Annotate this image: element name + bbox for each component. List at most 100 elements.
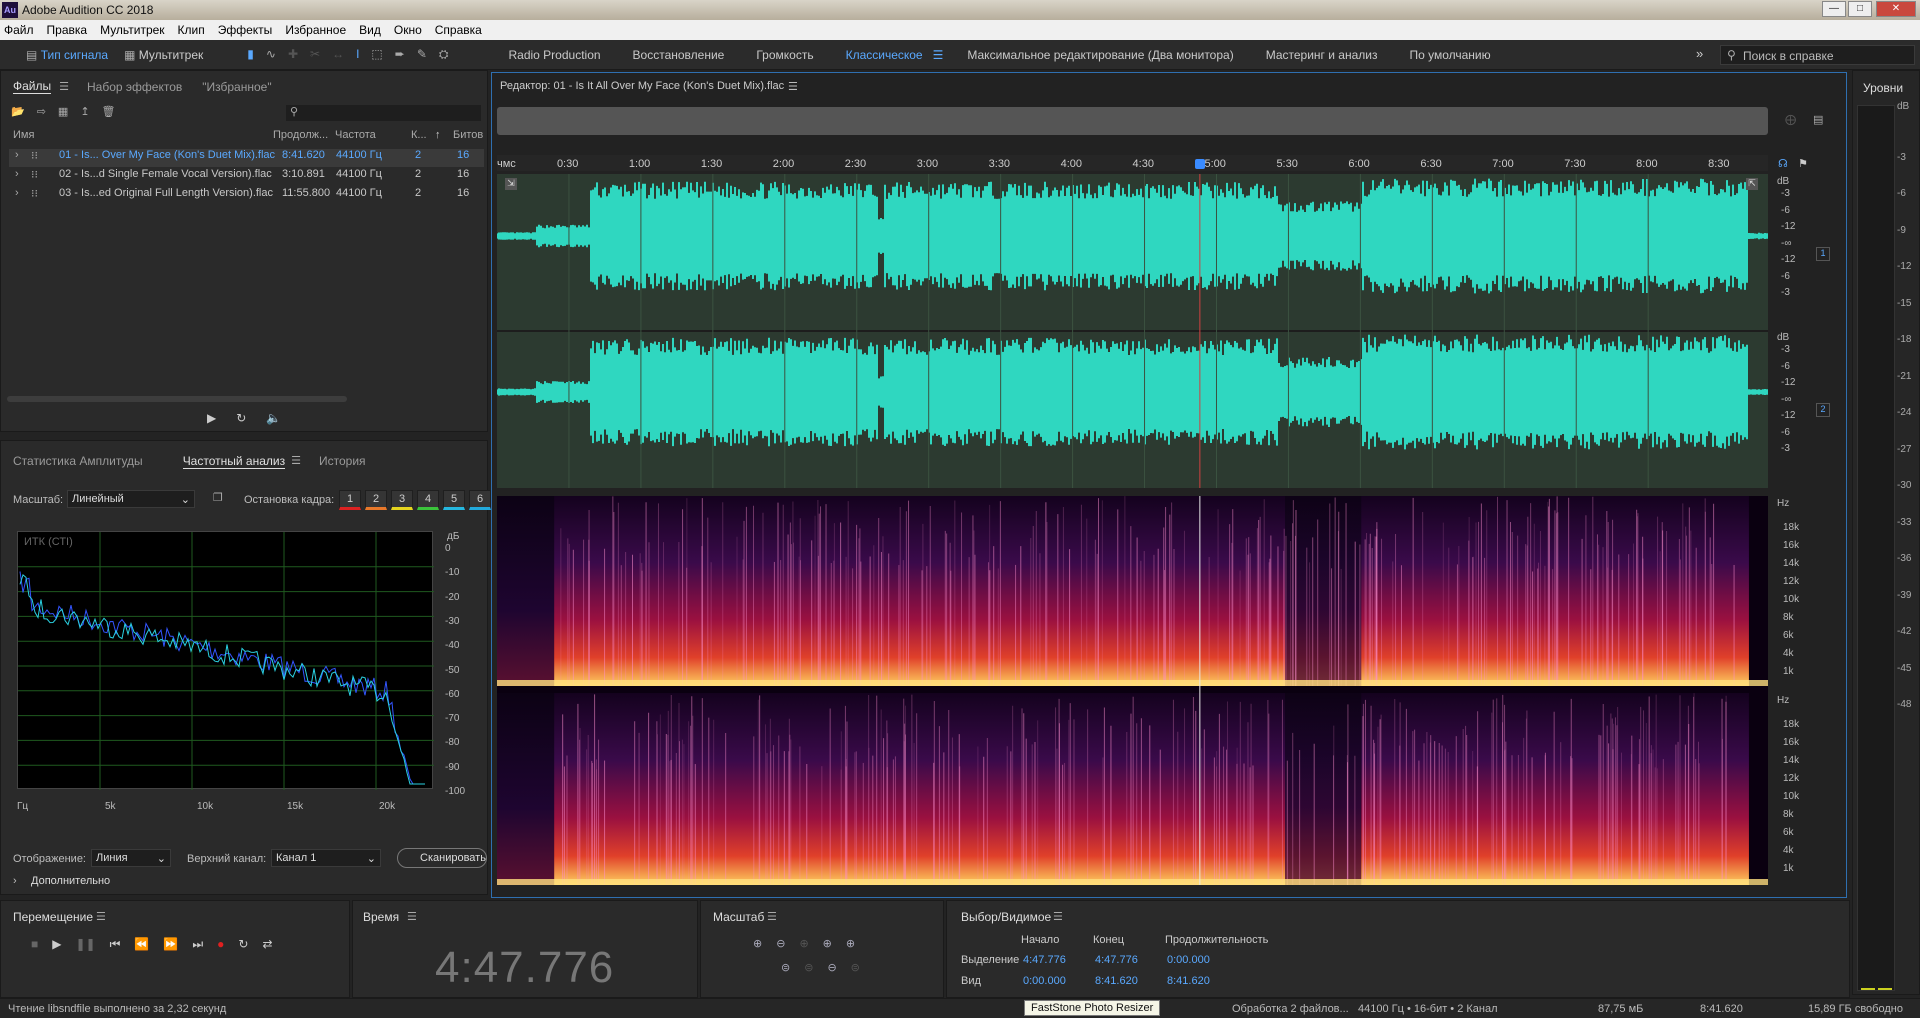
col-bits[interactable]: Битов — [453, 129, 483, 141]
freeze-frame-button[interactable]: 2 — [365, 490, 387, 510]
scale-select[interactable]: Линейный ⌄ — [67, 490, 195, 508]
panel-menu-icon[interactable]: ☰ — [59, 80, 69, 93]
help-search-input[interactable]: Поиск в справке — [1743, 49, 1834, 63]
workspace-loudness[interactable]: Громкость — [756, 48, 813, 62]
marquee-tool-icon[interactable]: ⬚ — [371, 47, 382, 62]
scan-button[interactable]: Сканировать — [397, 848, 487, 868]
zoom-selection-icon[interactable]: ⊜ — [804, 961, 813, 974]
panel-menu-icon[interactable]: ☰ — [788, 80, 798, 93]
workspace-menu-icon[interactable]: ☰ — [933, 48, 944, 62]
expand-icon[interactable]: › — [15, 187, 19, 199]
headphones-icon[interactable]: ☊ — [1778, 157, 1788, 170]
spectrogram-area[interactable] — [497, 496, 1768, 885]
freeze-frame-button[interactable]: 1 — [339, 490, 361, 510]
col-duration[interactable]: Продолж... — [273, 129, 328, 141]
play-icon[interactable]: ▶ — [207, 411, 216, 425]
auto-play-icon[interactable]: 🔈 — [266, 411, 281, 425]
expand-icon[interactable]: › — [13, 875, 17, 887]
pause-icon[interactable]: ❚❚ — [75, 937, 95, 952]
loop-icon[interactable]: ↻ — [236, 411, 246, 425]
workspace-radio-production[interactable]: Radio Production — [508, 48, 600, 62]
col-channels[interactable]: К... — [411, 129, 427, 141]
col-name[interactable]: Имя — [13, 129, 34, 141]
menu-effects[interactable]: Эффекты — [218, 23, 273, 37]
slip-tool-icon[interactable]: ↔ — [332, 47, 344, 62]
view-duration[interactable]: 8:41.620 — [1167, 975, 1210, 987]
menu-multitrack[interactable]: Мультитрек — [100, 23, 164, 37]
workspace-default[interactable]: По умолчанию — [1409, 48, 1490, 62]
view-start[interactable]: 0:00.000 — [1023, 975, 1066, 987]
zoom-in-time-icon[interactable]: ⊕ — [799, 937, 808, 950]
display-select[interactable]: Линия ⌄ — [91, 849, 171, 867]
overview-bar[interactable] — [497, 107, 1768, 135]
stop-icon[interactable]: ■ — [31, 937, 38, 952]
menu-clip[interactable]: Клип — [178, 23, 205, 37]
menu-file[interactable]: Файл — [4, 23, 34, 37]
zoom-out-amplitude-icon[interactable]: ⊖ — [776, 937, 785, 950]
tab-effects-rack[interactable]: Набор эффектов — [87, 80, 182, 94]
minimize-button[interactable]: — — [1822, 1, 1846, 17]
multitrack-mode-button[interactable]: ▦ Мультитрек — [116, 44, 211, 66]
panel-menu-icon[interactable]: ☰ — [96, 910, 106, 923]
channel-layout-icon[interactable]: ▤ — [1813, 113, 1823, 126]
selection-duration[interactable]: 0:00.000 — [1167, 954, 1210, 966]
lasso-tool-icon[interactable]: ➨ — [395, 47, 405, 62]
workspace-classic[interactable]: Классическое — [846, 48, 923, 62]
files-scrollbar[interactable] — [7, 396, 347, 402]
tab-frequency-analysis[interactable]: Частотный анализ — [182, 454, 286, 469]
freeze-frame-button[interactable]: 5 — [443, 490, 465, 510]
maximize-button[interactable]: □ — [1848, 1, 1872, 17]
channel-2-badge[interactable]: 2 — [1816, 403, 1830, 417]
skip-selection-icon[interactable]: ⇄ — [262, 937, 272, 952]
help-search[interactable]: ⚲ Поиск в справке — [1720, 45, 1915, 65]
zoom-in-amplitude-icon[interactable]: ⊕ — [753, 937, 762, 950]
zoom-in-left-icon[interactable]: ⊕ — [823, 937, 832, 950]
file-row[interactable]: › ⁝⁝ 02 - Is...d Single Female Vocal Ver… — [9, 168, 484, 186]
panel-menu-icon[interactable]: ☰ — [291, 454, 301, 469]
more-label[interactable]: Дополнительно — [31, 875, 110, 887]
time-ruler[interactable]: чмс 0:30 1:00 1:30 2:00 2:30 3:00 3:30 4:00 4:30… — [497, 155, 1768, 171]
freeze-frame-button[interactable]: 3 — [391, 490, 413, 510]
zoom-out-full-icon[interactable]: ⊜ — [781, 961, 790, 974]
pitch-display-icon[interactable]: ∿ — [266, 47, 276, 62]
insert-icon[interactable]: ↥ — [80, 105, 89, 118]
trash-icon[interactable]: 🗑 — [102, 105, 116, 118]
tab-history[interactable]: История — [319, 454, 366, 469]
close-button[interactable]: ✕ — [1876, 1, 1916, 17]
panel-menu-icon[interactable]: ☰ — [407, 910, 417, 923]
view-end[interactable]: 8:41.620 — [1095, 975, 1138, 987]
waveform-area[interactable]: ⇲ ⇱ — [497, 174, 1768, 488]
freeze-frame-button[interactable]: 4 — [417, 490, 439, 510]
workspace-restoration[interactable]: Восстановление — [633, 48, 725, 62]
tab-amplitude-stats[interactable]: Статистика Амплитуды — [13, 454, 143, 469]
sort-arrow-icon[interactable]: ↑ — [435, 129, 441, 141]
menu-view[interactable]: Вид — [359, 23, 381, 37]
time-selection-tool-icon[interactable]: I — [356, 47, 359, 62]
zoom-in-right-icon[interactable]: ⊕ — [846, 937, 855, 950]
expand-icon[interactable]: › — [15, 149, 19, 161]
channel-select[interactable]: Канал 1 ⌄ — [271, 849, 381, 867]
freeze-frame-button[interactable]: 6 — [469, 490, 491, 510]
channel-1-badge[interactable]: 1 — [1816, 247, 1830, 261]
tab-favorites[interactable]: "Избранное" — [202, 80, 271, 94]
col-rate[interactable]: Частота — [335, 129, 376, 141]
file-row[interactable]: › ⁝⁝ 01 - Is... Over My Face (Kon's Duet… — [9, 149, 484, 167]
workspace-mastering[interactable]: Мастеринг и анализ — [1266, 48, 1378, 62]
files-search-input[interactable]: ⚲ — [286, 105, 481, 121]
menu-favorites[interactable]: Избранное — [285, 23, 346, 37]
marker-icon[interactable]: ⚑ — [1798, 157, 1808, 170]
zoom-overview-icon[interactable]: ⨁ — [1785, 113, 1796, 126]
panel-menu-icon[interactable]: ☰ — [767, 910, 777, 923]
move-tool-icon[interactable]: ✚ — [288, 47, 298, 62]
fast-forward-icon[interactable]: ⏩ — [163, 937, 178, 952]
more-workspaces-icon[interactable]: » — [1696, 46, 1703, 61]
spectral-display-icon[interactable]: ▮ — [247, 47, 254, 62]
spot-healing-icon[interactable]: ⛭ — [439, 47, 449, 62]
go-to-end-icon[interactable]: ⏭ — [192, 937, 203, 952]
go-to-start-icon[interactable]: ⏮ — [110, 937, 121, 952]
tab-files[interactable]: Файлы — [13, 79, 52, 94]
import-icon[interactable]: ⇨ — [37, 105, 46, 118]
zoom-out-time-icon[interactable]: ⊖ — [827, 961, 836, 974]
expand-icon[interactable]: › — [15, 168, 19, 180]
record-icon[interactable]: ● — [217, 937, 224, 952]
